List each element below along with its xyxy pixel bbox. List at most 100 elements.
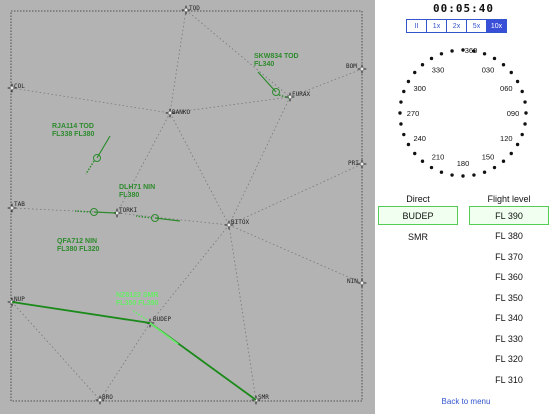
aircraft-callsign: NZ8123 SMR [116,292,158,299]
compass-dot [450,173,454,177]
speed-10x-button[interactable]: 10x [486,19,507,33]
compass-label[interactable]: 210 [432,152,445,161]
direct-option[interactable]: BUDEP [378,206,458,225]
compass-dot [501,159,506,163]
aircraft-callsign: SKW834 TOD [254,53,299,60]
waypoint-label-pri: PRI [348,160,359,167]
sim-clock: 00:05:40 [433,2,494,15]
compass-dot [402,89,406,94]
compass-dot [420,159,425,163]
compass-dot [461,174,465,178]
compass-dot [420,63,425,67]
waypoint-pri: PRI [348,159,367,169]
compass-label[interactable]: 090 [507,109,520,118]
compass-dot [402,132,406,137]
compass-label[interactable]: 270 [407,109,420,118]
compass-dot [492,56,497,61]
waypoint-torki: TORKI [112,207,137,218]
waypoint-label-tab: TAB [14,201,25,208]
direct-header: Direct [406,194,430,204]
radar-scope[interactable]: TOD COL BOM FURAX BANKO PRI TAB TORKI BI… [0,0,375,414]
compass-label[interactable]: 240 [413,134,426,143]
compass-label[interactable]: 030 [482,66,495,75]
waypoint-bom: BOM [346,63,367,74]
heading-compass[interactable]: 360 030 060 090 120 150 180 210 240 270 300 330 [375,40,552,190]
flight-level-option[interactable]: FL 350 [469,288,549,307]
speed-5x-button[interactable]: 5x [466,19,487,33]
aircraft-callsign: QFA712 NIN [57,238,97,245]
flight-level-option[interactable]: FL 380 [469,227,549,246]
compass-dot [524,111,528,115]
aircraft-rja114[interactable]: RJA114 TOD FL338 FL380 [52,123,111,175]
speed-1x-button[interactable]: 1x [426,19,447,33]
compass-label[interactable]: 300 [413,84,426,93]
compass-dot [482,52,487,56]
aircraft-nz8123[interactable]: NZ8123 SMR FL350 FL390 [11,292,257,401]
compass-dot [406,142,411,147]
aircraft-qfa712[interactable]: QFA712 NIN FL380 FL320 [57,208,117,254]
airways [11,9,363,401]
compass-dot [482,170,487,174]
waypoint-nin: NIN [347,278,367,288]
compass-dot [439,52,444,56]
compass-dot [398,111,402,115]
speed-pause-button[interactable]: II [406,19,427,33]
compass-label[interactable]: 360 [465,46,478,55]
waypoint-label-tod: TOD [189,5,200,12]
compass-dot [472,173,476,177]
aircraft-dlh71[interactable]: DLH71 NIN FL380 [119,184,181,222]
flight-level-header: Flight level [487,194,531,204]
waypoint-label-smr: SMR [258,394,269,401]
waypoint-banko: BANKO [165,108,190,118]
direct-option[interactable]: SMR [378,227,458,246]
waypoint-label-furax: FURAX [292,91,310,98]
compass-dot [413,151,417,156]
compass-label[interactable]: 120 [500,134,513,143]
waypoint-label-budep: BUDEP [153,316,171,323]
compass-dot [492,165,497,170]
compass-dot [509,151,513,156]
compass-label[interactable]: 330 [432,66,445,75]
waypoints: TOD COL BOM FURAX BANKO PRI TAB TORKI BI… [7,5,367,405]
compass-dot [523,122,527,126]
compass-dot [515,142,520,147]
compass-dot [399,122,403,126]
compass-dot [429,165,434,170]
compass-label[interactable]: 060 [500,84,513,93]
aircraft-level: FL380 [119,192,139,199]
flight-level-option[interactable]: FL 330 [469,329,549,348]
compass-dot [523,100,527,104]
waypoint-label-nin: NIN [347,278,358,285]
compass-dot [509,70,513,75]
flight-level-option[interactable]: FL 320 [469,350,549,369]
flight-level-option[interactable]: FL 340 [469,309,549,328]
waypoint-tab: TAB [7,201,25,213]
waypoint-label-bitox: BITOX [231,219,249,226]
control-panel: 00:05:40 II 1x 2x 5x 10x 360 030 060 090 120… [375,0,552,414]
compass-dot [413,70,417,75]
waypoint-bitox: BITOX [224,219,249,230]
flight-level-option[interactable]: FL 390 [469,206,549,225]
compass-dot [429,56,434,61]
compass-dot [406,79,411,84]
speed-2x-button[interactable]: 2x [446,19,467,33]
radar-map[interactable]: TOD COL BOM FURAX BANKO PRI TAB TORKI BI… [0,0,375,414]
waypoint-budep: BUDEP [145,316,171,328]
compass-label[interactable]: 180 [457,159,470,168]
compass-dot [501,63,506,67]
flight-level-option[interactable]: FL 370 [469,247,549,266]
waypoint-label-bro: BRO [102,394,113,401]
waypoint-furax: FURAX [285,91,310,102]
compass-label[interactable]: 150 [482,152,495,161]
back-to-menu-link[interactable]: Back to menu [375,397,552,406]
aircraft-callsign: RJA114 TOD [52,123,94,130]
compass-dot [439,170,444,174]
compass-dot [520,89,524,94]
waypoint-col: COL [7,83,25,93]
waypoint-label-banko: BANKO [172,109,190,116]
flight-level-option[interactable]: FL 310 [469,370,549,389]
flight-level-option[interactable]: FL 360 [469,268,549,287]
waypoint-bro: BRO [95,394,113,405]
compass-dot [399,100,403,104]
aircraft-level: FL380 FL320 [57,246,100,253]
